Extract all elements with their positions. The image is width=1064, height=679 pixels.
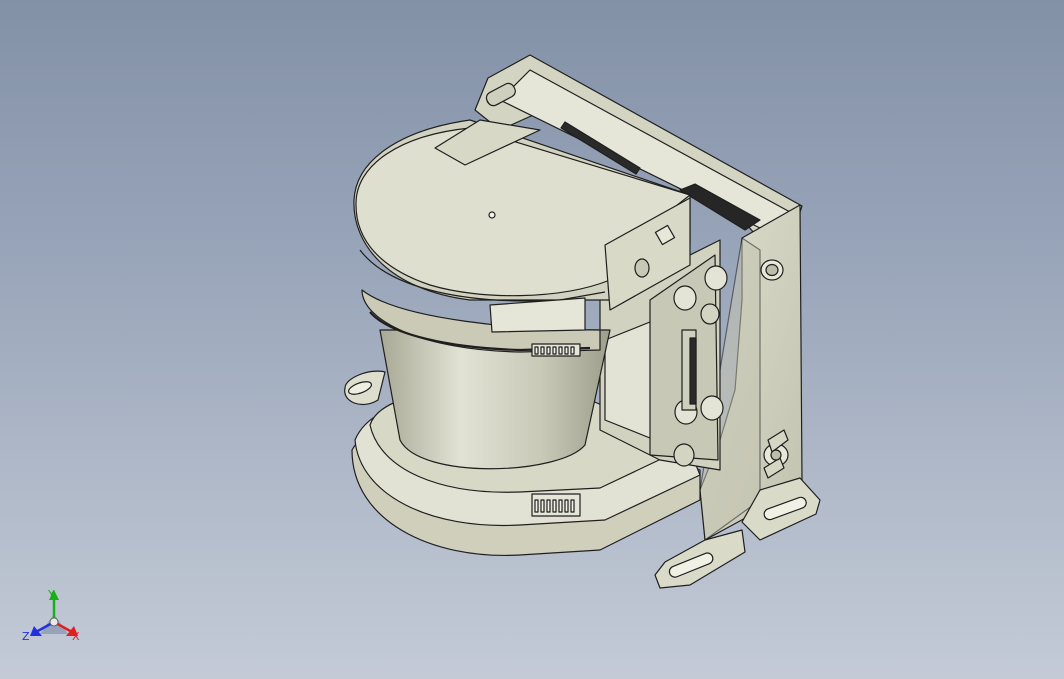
bolt-upper	[760, 259, 784, 281]
cad-viewport[interactable]: Y X Z	[0, 0, 1064, 679]
bracket-bottom-flange-left	[654, 529, 746, 589]
base-mount-ear	[344, 370, 386, 405]
vent-grille-lower	[531, 493, 581, 517]
z-axis-label: Z	[22, 630, 30, 643]
y-axis-label: Y	[47, 588, 55, 601]
x-axis-label: X	[72, 630, 80, 643]
coordinate-triad[interactable]: Y X Z	[14, 582, 94, 652]
vent-grille-upper	[531, 343, 581, 357]
laser-scanner-model[interactable]	[0, 0, 1064, 679]
